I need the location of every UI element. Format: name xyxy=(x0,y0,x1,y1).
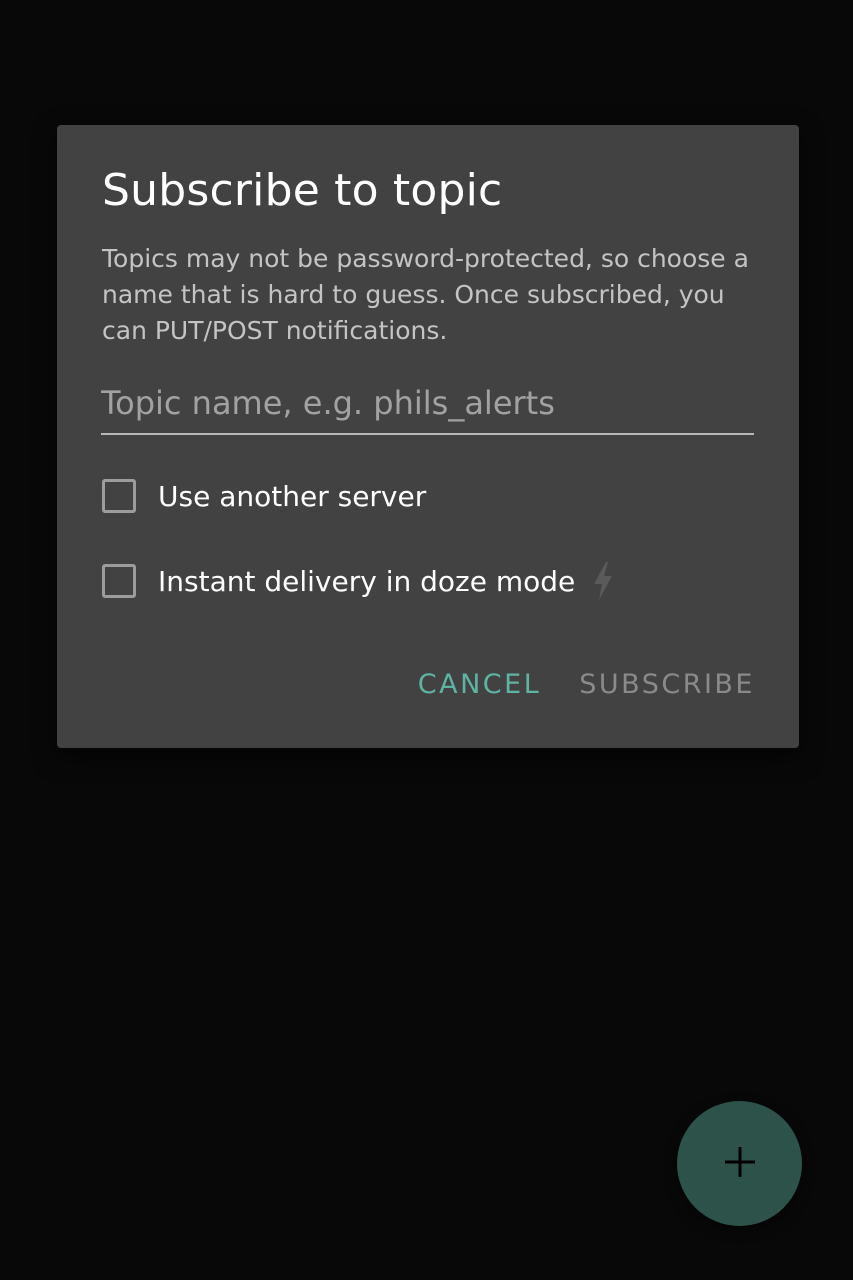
screen: Subscribe to topic Topics may not be pas… xyxy=(0,0,853,1280)
subscribe-dialog: Subscribe to topic Topics may not be pas… xyxy=(57,125,799,748)
plus-icon xyxy=(723,1145,757,1183)
topic-name-field xyxy=(101,375,754,435)
instant-delivery-option[interactable]: Instant delivery in doze mode xyxy=(102,561,615,601)
bolt-icon xyxy=(591,561,615,601)
instant-delivery-label: Instant delivery in doze mode xyxy=(158,564,576,598)
topic-name-input[interactable] xyxy=(101,375,754,431)
dialog-description: Topics may not be password-protected, so… xyxy=(102,244,749,345)
dialog-title: Subscribe to topic xyxy=(102,165,503,216)
use-another-server-label: Use another server xyxy=(158,479,427,513)
subscribe-button[interactable]: SUBSCRIBE xyxy=(579,665,755,704)
use-another-server-checkbox[interactable] xyxy=(102,479,136,513)
cancel-button[interactable]: CANCEL xyxy=(418,665,541,704)
use-another-server-option[interactable]: Use another server xyxy=(102,479,426,513)
add-subscription-fab[interactable] xyxy=(677,1101,802,1226)
dialog-actions: CANCEL SUBSCRIBE xyxy=(418,665,755,704)
instant-delivery-checkbox[interactable] xyxy=(102,564,136,598)
